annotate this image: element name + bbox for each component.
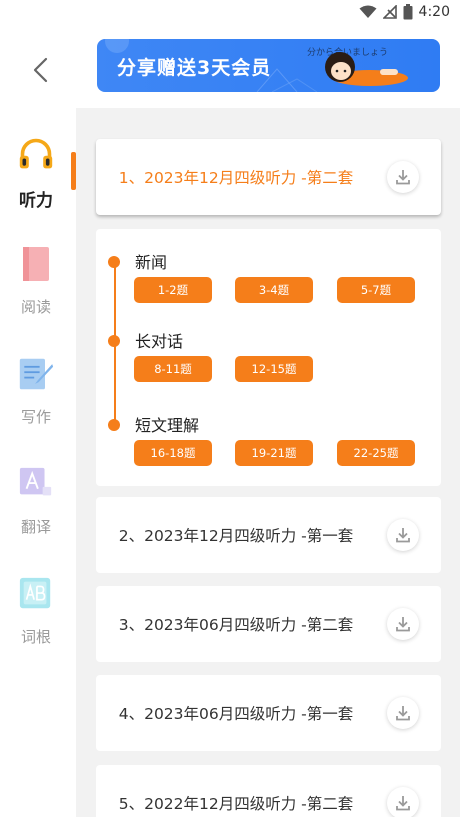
sidebar-item-label: 阅读	[20, 298, 51, 316]
paper-title: 3、2023年06月四级听力 -第二套	[118, 616, 354, 634]
signal-off-icon	[382, 5, 397, 19]
paper-title: 4、2023年06月四级听力 -第一套	[118, 705, 354, 723]
sidebar-item-reading[interactable]: 阅读	[0, 218, 76, 328]
status-time: 4:20	[418, 4, 450, 20]
status-icons: 4:20	[359, 4, 450, 20]
question-chip[interactable]: 5-7题	[337, 277, 415, 303]
download-button[interactable]	[387, 608, 419, 640]
paper-row[interactable]: 4、2023年06月四级听力 -第一套	[96, 675, 441, 751]
paper-row[interactable]: 5、2022年12月四级听力 -第二套	[96, 765, 441, 817]
download-button[interactable]	[387, 787, 419, 817]
back-button[interactable]	[24, 52, 56, 88]
banner-title: 分享赠送3天会员	[117, 57, 272, 79]
book-icon	[23, 247, 49, 281]
download-button[interactable]	[387, 697, 419, 729]
paper-card[interactable]: 3、2023年06月四级听力 -第二套	[96, 586, 441, 662]
paper-sections: 新闻 1-2题 3-4题 5-7题 长对话 8-11题 12-15题 短文理解 …	[96, 229, 441, 486]
timeline-dot	[108, 335, 120, 347]
sidebar-item-label: 翻译	[20, 518, 51, 536]
timeline-dot	[108, 256, 120, 268]
ab-word-icon	[19, 577, 51, 609]
paper-row[interactable]: 1、2023年12月四级听力 -第二套	[96, 139, 441, 215]
question-chip[interactable]: 19-21题	[235, 440, 313, 466]
battery-icon	[403, 4, 413, 20]
download-icon	[396, 528, 410, 543]
section-title: 短文理解	[135, 416, 200, 435]
question-chip[interactable]: 22-25题	[337, 440, 415, 466]
section-title: 新闻	[135, 253, 168, 272]
paper-title: 2、2023年12月四级听力 -第一套	[118, 527, 354, 545]
paper-card[interactable]: 1、2023年12月四级听力 -第二套	[96, 139, 441, 215]
wifi-icon	[359, 5, 377, 18]
question-chips: 1-2题 3-4题 5-7题	[134, 277, 434, 303]
sidebar-item-roots[interactable]: 词根	[0, 548, 76, 658]
headphones-icon	[19, 138, 53, 169]
sidebar-item-translation[interactable]: 翻译	[0, 438, 76, 548]
download-button[interactable]	[387, 161, 419, 193]
timeline-dot	[108, 419, 120, 431]
paper-title: 1、2023年12月四级听力 -第二套	[118, 169, 354, 187]
chevron-left-icon	[33, 57, 48, 83]
section-title: 长对话	[135, 332, 184, 351]
paper-card[interactable]: 4、2023年06月四级听力 -第一套	[96, 675, 441, 751]
download-icon	[396, 617, 410, 632]
paper-list: 1、2023年12月四级听力 -第二套 新闻 1-2题 3-4题 5-7题 长对…	[76, 108, 460, 817]
paper-card[interactable]: 2、2023年12月四级听力 -第一套	[96, 497, 441, 573]
paper-row[interactable]: 2、2023年12月四级听力 -第一套	[96, 497, 441, 573]
girl-illustration-icon	[325, 52, 408, 86]
paper-card[interactable]: 5、2022年12月四级听力 -第二套	[96, 765, 441, 817]
sidebar-item-label: 听力	[19, 191, 53, 211]
paper-row[interactable]: 3、2023年06月四级听力 -第二套	[96, 586, 441, 662]
question-chips: 16-18题 19-21题 22-25题	[134, 440, 434, 466]
download-icon	[396, 796, 410, 811]
download-button[interactable]	[387, 519, 419, 551]
question-chip[interactable]: 16-18题	[134, 440, 212, 466]
question-chip[interactable]: 1-2题	[134, 277, 212, 303]
sidebar-item-label: 词根	[20, 628, 51, 646]
translate-icon	[19, 467, 52, 496]
sidebar-item-label: 写作	[20, 408, 51, 426]
category-sidebar: 听力 阅读 写作 翻译 词根	[0, 108, 76, 817]
paper-title: 5、2022年12月四级听力 -第二套	[118, 795, 354, 813]
question-chip[interactable]: 12-15题	[235, 356, 313, 382]
notepad-pen-icon	[19, 358, 54, 390]
share-banner[interactable]: 分享赠送3天会员 分から合いましょう	[97, 39, 440, 92]
sidebar-item-writing[interactable]: 写作	[0, 328, 76, 438]
sidebar-item-listening[interactable]: 听力	[0, 108, 76, 218]
download-icon	[396, 170, 410, 185]
question-chip[interactable]: 8-11题	[134, 356, 212, 382]
question-chip[interactable]: 3-4题	[235, 277, 313, 303]
download-icon	[396, 706, 410, 721]
status-bar: 4:20	[0, 0, 460, 28]
question-chips: 8-11题 12-15题	[134, 356, 434, 382]
